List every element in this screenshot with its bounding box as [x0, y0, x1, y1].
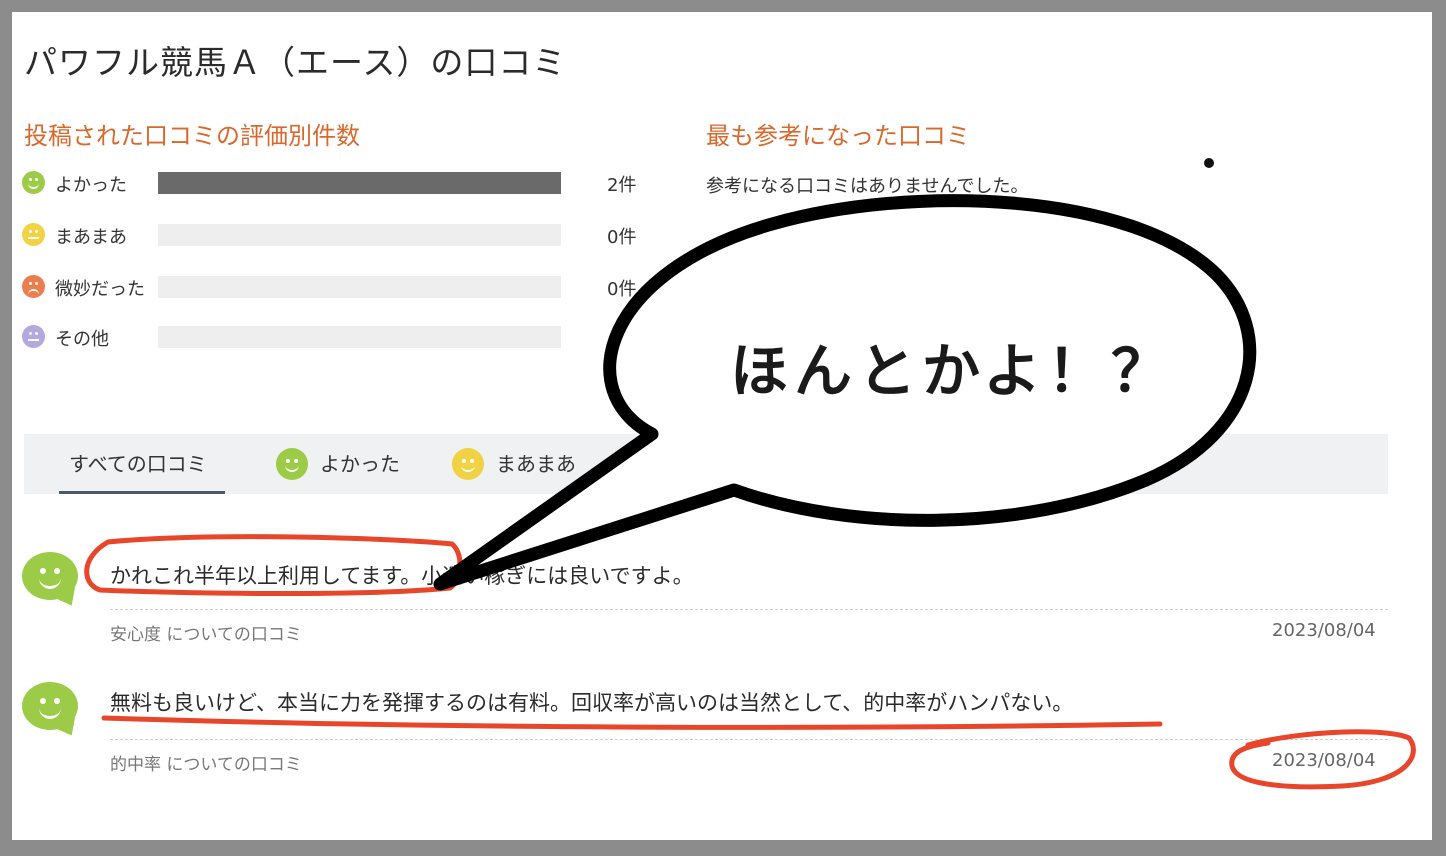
annotation-circle-date — [1229, 729, 1416, 790]
speech-bubble-text: ほんとかよ！？ — [730, 337, 1176, 405]
annotation-circle-review-1 — [84, 534, 463, 596]
annotation-layer — [84, 158, 1416, 790]
ink-dot — [1204, 158, 1214, 168]
annotation-underline-review-2 — [101, 715, 1163, 730]
review-page: パワフル競馬Ａ（エース）の口コミ 投稿された口コミの評価別件数 よかった 2件 … — [12, 12, 1432, 840]
